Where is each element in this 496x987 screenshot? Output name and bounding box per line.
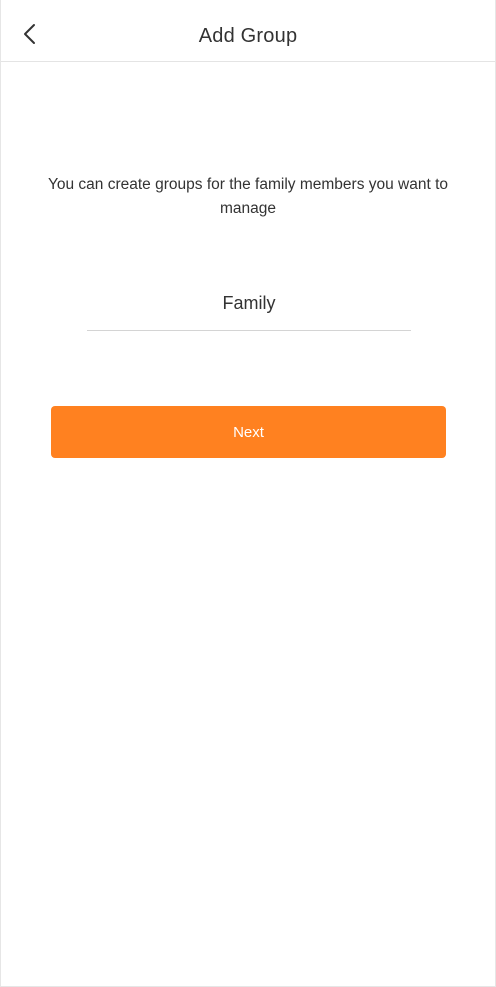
group-name-input[interactable] [87,287,411,331]
navigation-bar: Add Group [1,0,495,62]
page-title: Add Group [198,25,298,47]
instruction-text: You can create groups for the family mem… [47,176,449,217]
add-group-screen: Add Group You can create groups for the … [0,0,496,987]
next-button[interactable]: Next [51,406,446,458]
